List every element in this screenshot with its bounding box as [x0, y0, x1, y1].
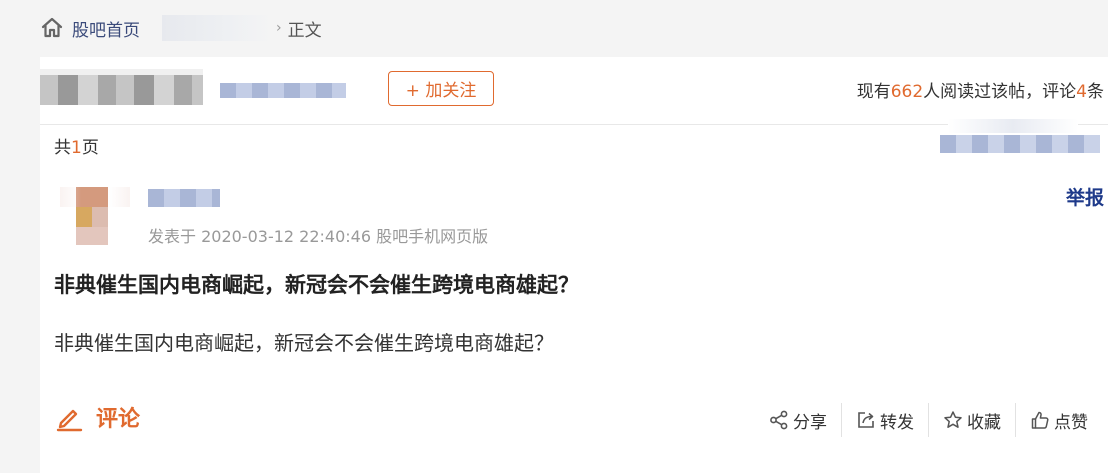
favorite-label: 收藏: [967, 412, 1001, 433]
blurred-decoration: [948, 119, 1078, 133]
home-icon[interactable]: [40, 16, 64, 40]
page-number: 1: [71, 138, 82, 158]
like-button[interactable]: 点赞: [1016, 403, 1102, 437]
read-mid: 人阅读过该帖，评论: [923, 82, 1077, 102]
page-count: 共1页: [54, 133, 99, 158]
share-label: 分享: [793, 412, 827, 433]
read-stats: 现有662人阅读过该帖，评论4条: [857, 77, 1104, 102]
star-icon: [944, 411, 962, 428]
page-prefix: 共: [54, 138, 71, 158]
report-link[interactable]: 举报: [1066, 183, 1104, 210]
author-level-blurred: [220, 83, 346, 98]
forward-icon: [858, 412, 874, 428]
page-suffix: 页: [81, 138, 99, 158]
post-actions: 分享 转发 收藏 点赞: [755, 403, 1102, 437]
post-title: 非典催生国内电商崛起，新冠会不会催生跨境电商雄起？: [54, 273, 579, 297]
read-prefix: 现有: [856, 82, 891, 102]
forward-label: 转发: [880, 412, 914, 433]
favorite-button[interactable]: 收藏: [929, 403, 1015, 437]
comment-count: 4: [1076, 82, 1087, 102]
forward-button[interactable]: 转发: [842, 403, 928, 437]
like-label: 点赞: [1054, 412, 1088, 433]
read-count: 662: [890, 82, 924, 102]
comment-button[interactable]: 评论: [54, 401, 140, 433]
breadcrumb: 股吧首页 › 正文: [40, 14, 322, 42]
breadcrumb-home-link[interactable]: 股吧首页: [72, 16, 140, 41]
read-suffix: 条: [1087, 82, 1104, 102]
share-button[interactable]: 分享: [755, 403, 841, 437]
breadcrumb-separator: ›: [276, 20, 282, 36]
comment-label: 评论: [96, 407, 141, 432]
post-panel: + 加关注 现有662人阅读过该帖，评论4条 共1页 举报 发表于 2020-0…: [40, 57, 1108, 473]
pencil-icon: [56, 409, 83, 432]
post-meta: 发表于 2020-03-12 22:40:46 股吧手机网页版: [148, 227, 489, 246]
poster-name-blurred[interactable]: [148, 189, 220, 207]
blurred-link-right[interactable]: [940, 135, 1100, 153]
avatar-overlay: [60, 187, 130, 207]
author-bar: + 加关注 现有662人阅读过该帖，评论4条: [40, 57, 1108, 125]
share-icon: [770, 410, 788, 430]
follow-button[interactable]: + 加关注: [388, 71, 494, 106]
author-name-blurred[interactable]: [40, 69, 203, 105]
post-body: 非典催生国内电商崛起，新冠会不会催生跨境电商雄起？: [54, 331, 554, 355]
breadcrumb-blurred-board[interactable]: [162, 15, 272, 41]
breadcrumb-current: 正文: [287, 20, 322, 41]
thumbs-up-icon: [1031, 411, 1049, 429]
